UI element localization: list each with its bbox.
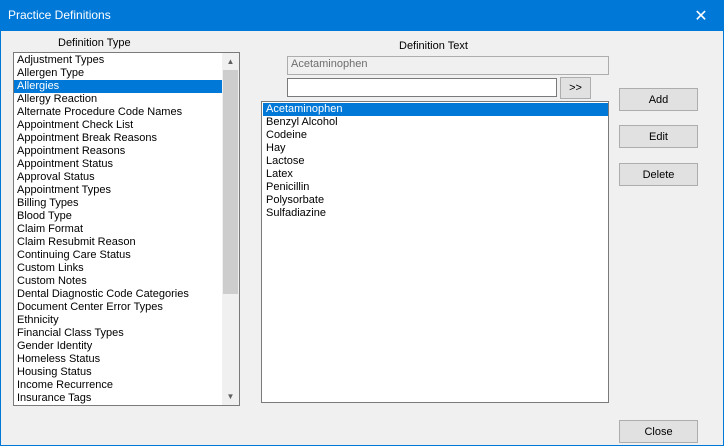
definition-type-item[interactable]: Appointment Reasons (14, 145, 222, 158)
scrollbar-thumb[interactable] (223, 70, 238, 294)
scroll-up-icon[interactable]: ▲ (222, 53, 239, 70)
definition-type-item[interactable]: Gender Identity (14, 340, 222, 353)
add-button[interactable]: Add (619, 88, 698, 111)
definition-type-scrollbar[interactable]: ▲ ▼ (222, 53, 239, 405)
definition-type-item[interactable]: Claim Resubmit Reason (14, 236, 222, 249)
title-bar: Practice Definitions ✕ (0, 0, 724, 31)
definition-type-item[interactable]: Allergy Reaction (14, 93, 222, 106)
definition-type-item[interactable]: Appointment Check List (14, 119, 222, 132)
definition-type-item[interactable]: Allergies (14, 80, 222, 93)
definition-type-item[interactable]: Appointment Types (14, 184, 222, 197)
window-title: Practice Definitions (8, 8, 111, 22)
definition-text-list[interactable]: Acetaminophen Benzyl Alcohol Codeine Hay Lac… (261, 101, 609, 403)
definition-type-item[interactable]: Appointment Break Reasons (14, 132, 222, 145)
definition-type-item[interactable]: Billing Types (14, 197, 222, 210)
definition-text-item[interactable]: Latex (263, 168, 608, 181)
definition-type-item[interactable]: Financial Class Types (14, 327, 222, 340)
definition-type-item[interactable]: Housing Status (14, 366, 222, 379)
close-button[interactable]: Close (619, 420, 698, 443)
definition-type-item[interactable]: Dental Diagnostic Code Categories (14, 288, 222, 301)
definition-text-item[interactable]: Lactose (263, 155, 608, 168)
definition-type-list[interactable]: Adjustment Types Allergen Type Allergies Al… (13, 52, 240, 406)
definition-text-display: Acetaminophen (287, 56, 609, 75)
definition-text-item[interactable]: Hay (263, 142, 608, 155)
definition-type-item[interactable]: Income Recurrence (14, 379, 222, 392)
definition-text-input[interactable] (287, 78, 557, 97)
definition-text-item[interactable]: Acetaminophen (263, 103, 608, 116)
definition-type-item[interactable]: Custom Links (14, 262, 222, 275)
definition-type-item[interactable]: Alternate Procedure Code Names (14, 106, 222, 119)
close-window-icon[interactable]: ✕ (678, 0, 724, 31)
definition-type-item[interactable]: Allergen Type (14, 67, 222, 80)
definition-type-item[interactable]: Homeless Status (14, 353, 222, 366)
definition-type-item[interactable]: Continuing Care Status (14, 249, 222, 262)
edit-button[interactable]: Edit (619, 125, 698, 148)
delete-button[interactable]: Delete (619, 163, 698, 186)
definition-type-item[interactable]: Insurance Tags (14, 392, 222, 405)
definition-type-item[interactable]: Document Center Error Types (14, 301, 222, 314)
definition-type-item[interactable]: Adjustment Types (14, 54, 222, 67)
definition-type-item[interactable]: Claim Format (14, 223, 222, 236)
definition-text-item[interactable]: Benzyl Alcohol (263, 116, 608, 129)
definition-text-item[interactable]: Penicillin (263, 181, 608, 194)
definition-type-item[interactable]: Appointment Status (14, 158, 222, 171)
definition-type-item[interactable]: Ethnicity (14, 314, 222, 327)
definition-type-item[interactable]: Approval Status (14, 171, 222, 184)
definition-text-item[interactable]: Sulfadiazine (263, 207, 608, 220)
scroll-down-icon[interactable]: ▼ (222, 388, 239, 405)
add-text-arrow-button[interactable]: >> (560, 77, 591, 99)
definition-type-label: Definition Type (58, 37, 131, 49)
definition-text-item[interactable]: Codeine (263, 129, 608, 142)
definition-type-item[interactable]: Blood Type (14, 210, 222, 223)
definition-text-label: Definition Text (399, 40, 468, 52)
definition-type-item[interactable]: Custom Notes (14, 275, 222, 288)
definition-text-item[interactable]: Polysorbate (263, 194, 608, 207)
